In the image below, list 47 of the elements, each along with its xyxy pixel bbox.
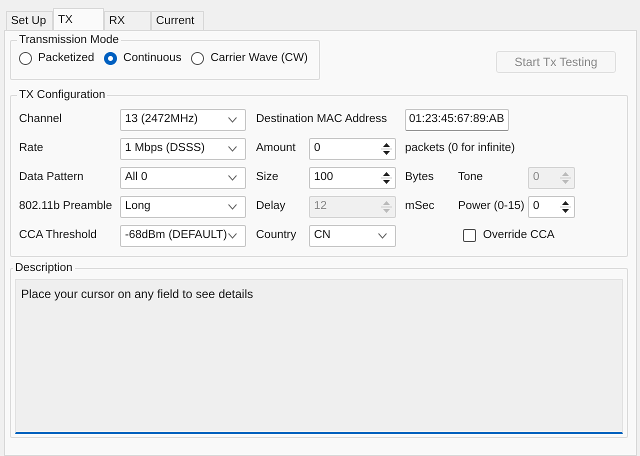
group-title: Description [14,261,74,275]
caret-icon [228,146,237,152]
number-field[interactable]: 0 [528,196,575,218]
radio-label[interactable]: Carrier Wave (CW) [210,50,308,68]
caret-icon [378,232,387,238]
field-label: Channel [19,112,63,127]
field-label: Amount [256,140,297,156]
group-title: TX Configuration [18,88,106,102]
dropdown[interactable]: 13 (2472MHz) [120,108,246,130]
checkbox[interactable] [463,229,476,242]
field-label: Country [256,228,298,243]
caret-icon [228,204,237,210]
radio-button[interactable] [191,52,204,66]
field-label: packets (0 for infinite) [405,140,516,156]
field-label: Data Pattern [19,170,85,185]
group-title: Transmission Mode [18,33,120,47]
field-label: mSec [405,198,436,214]
tab[interactable]: Current [151,11,204,30]
field-label: Tone [458,170,484,185]
caret-icon [228,116,237,122]
dropdown[interactable]: All 0 [120,166,246,188]
field-label: Destination MAC Address [256,112,388,127]
checkbox-label[interactable]: Override CCA [483,226,555,244]
number-field[interactable]: 100 [309,166,396,188]
field-label: Power (0-15) [458,198,526,214]
field-label: Delay [256,198,286,214]
caret-icon [228,232,237,238]
field-label: 802.11b Preamble [19,198,114,214]
tab[interactable]: RX [104,11,151,30]
radio-label[interactable]: Continuous [123,50,182,68]
caret-icon [228,174,237,180]
dropdown[interactable]: Long [120,196,246,218]
radio-button[interactable] [19,52,32,66]
field-label: Size [256,170,280,185]
number-field[interactable]: 0 [309,138,396,160]
text-field[interactable]: 01:23:45:67:89:AB [405,108,509,130]
dropdown[interactable]: CN [309,224,396,246]
dropdown[interactable]: 1 Mbps (DSSS) [120,138,246,160]
field-label: Bytes [405,170,435,185]
description-field[interactable]: Place your cursor on any field to see details [15,279,623,434]
field-label: Rate [19,140,44,156]
radio-label[interactable]: Packetized [38,50,94,68]
dropdown[interactable]: -68dBm (DEFAULT) [120,224,246,246]
tab[interactable]: Set Up [6,11,53,30]
tab[interactable]: TX [53,8,104,30]
field-label: CCA Threshold [19,228,98,243]
radio-button[interactable] [104,52,118,66]
